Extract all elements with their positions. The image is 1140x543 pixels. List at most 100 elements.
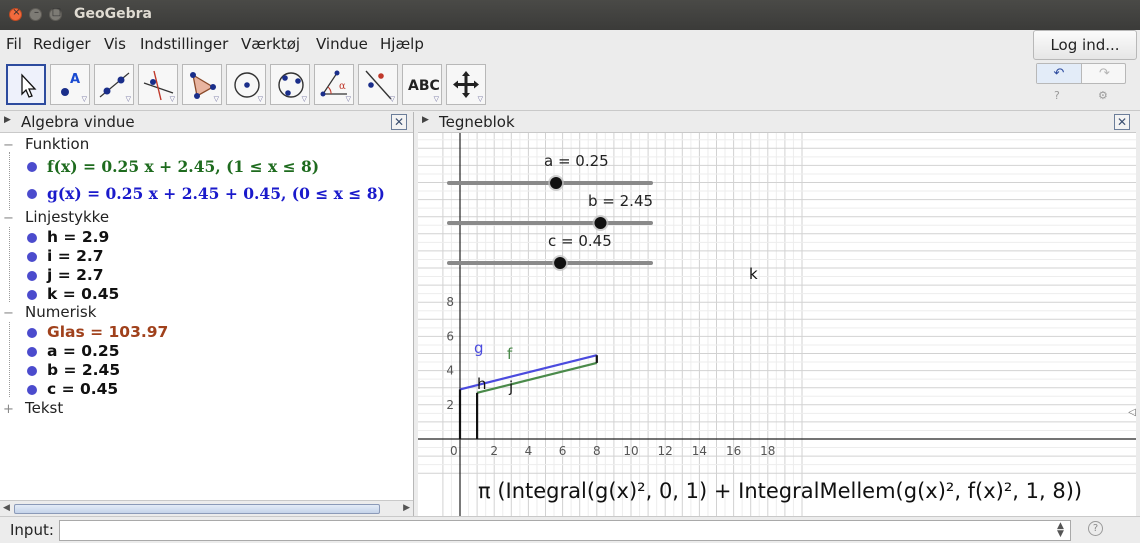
tree-connector — [9, 152, 10, 210]
menu-rediger[interactable]: Rediger — [33, 35, 91, 53]
line-tool-button[interactable]: ▽ — [94, 64, 134, 105]
visibility-toggle-icon[interactable] — [27, 366, 37, 376]
menu-hjaelp[interactable]: Hjælp — [380, 35, 424, 53]
angle-tool-button[interactable]: α ▽ — [314, 64, 354, 105]
input-history-spinner-icon[interactable]: ▲ ▼ — [1057, 522, 1064, 539]
undo-button[interactable]: ↶ — [1037, 64, 1082, 83]
graphics-view-header: ▶ Tegneblok ✕ — [418, 112, 1136, 133]
redo-button[interactable]: ↷ — [1082, 64, 1127, 83]
dropdown-indicator-icon: ▽ — [213, 95, 219, 103]
scrollbar-thumb[interactable] — [14, 504, 380, 514]
svg-text:α: α — [339, 81, 346, 92]
algebra-view-title: Algebra vindue — [21, 113, 135, 131]
input-help-icon[interactable]: ? — [1088, 521, 1103, 536]
circle-three-points-tool-button[interactable]: ▽ — [270, 64, 310, 105]
scroll-left-icon[interactable]: ◀ — [3, 503, 10, 513]
algebra-horizontal-scrollbar[interactable]: ◀ ▶ — [0, 500, 413, 516]
collapse-icon[interactable]: − — [3, 211, 14, 226]
title-bar: × – □ GeoGebra — [0, 0, 1140, 30]
settings-gear-icon[interactable]: ⚙ — [1098, 89, 1108, 102]
move-graphics-view-tool-button[interactable]: ▽ — [446, 64, 486, 105]
slider-b-label: b = 2.45 — [588, 192, 654, 210]
coordinate-grid — [418, 133, 1136, 516]
visibility-toggle-icon[interactable] — [27, 189, 37, 199]
maximize-icon: □ — [51, 7, 62, 18]
expand-icon[interactable]: + — [3, 402, 14, 417]
point-tool-button[interactable]: A ▽ — [50, 64, 90, 105]
visibility-toggle-icon[interactable] — [27, 328, 37, 338]
help-icon[interactable]: ? — [1054, 89, 1060, 102]
panel-toggle-icon[interactable]: ▶ — [422, 115, 429, 125]
undo-redo-group: ↶ ↷ — [1036, 63, 1126, 84]
scroll-right-icon[interactable]: ▶ — [403, 503, 410, 513]
dropdown-indicator-icon: ▽ — [389, 95, 395, 103]
category-linjestykke[interactable]: − Linjestykke — [3, 208, 109, 226]
category-numerisk[interactable]: − Numerisk — [3, 303, 96, 321]
menu-fil[interactable]: Fil — [6, 35, 22, 53]
collapse-icon[interactable]: − — [3, 306, 14, 321]
y-tick-label: 8 — [446, 295, 454, 309]
text-tool-button[interactable]: ABC ▽ — [402, 64, 442, 105]
visibility-toggle-icon[interactable] — [27, 347, 37, 357]
category-funktion[interactable]: − Funktion — [3, 135, 89, 153]
dropdown-indicator-icon: ▽ — [433, 95, 439, 103]
graphics-view-panel: ▶ Tegneblok ✕ 0 2 4 6 8 10 12 14 16 18 2 4 6 8 a = 0.… — [418, 112, 1136, 516]
x-tick-label: 18 — [760, 444, 775, 458]
move-tool-button[interactable] — [6, 64, 46, 105]
close-graphics-view-button[interactable]: ✕ — [1114, 114, 1130, 130]
x-tick-label: 0 — [450, 444, 458, 458]
login-button[interactable]: Log ind... — [1033, 30, 1137, 60]
label-h: h — [477, 375, 487, 393]
redo-icon: ↷ — [1099, 66, 1110, 81]
visibility-toggle-icon[interactable] — [27, 385, 37, 395]
maximize-window-button[interactable]: □ — [49, 7, 62, 21]
svg-text:A: A — [70, 72, 80, 87]
collapse-icon[interactable]: − — [3, 138, 14, 153]
visibility-toggle-icon[interactable] — [27, 162, 37, 172]
toolbar: A ▽ ▽ ▽ ▽ ▽ ▽ α ▽ ▽ ABC ▽ ▽ ↶ ↷ ? ⚙ — [0, 60, 1140, 111]
x-tick-label: 10 — [623, 444, 638, 458]
polygon-tool-button[interactable]: ▽ — [182, 64, 222, 105]
label-f: f — [507, 345, 513, 363]
menu-bar: Fil Rediger Vis Indstillinger Værktøj Vi… — [0, 30, 1140, 60]
menu-vis[interactable]: Vis — [104, 35, 126, 53]
menu-indstillinger[interactable]: Indstillinger — [140, 35, 228, 53]
close-window-button[interactable]: × — [9, 7, 22, 21]
x-tick-label: 2 — [490, 444, 498, 458]
dropdown-indicator-icon: ▽ — [301, 95, 307, 103]
undo-icon: ↶ — [1053, 66, 1065, 81]
x-tick-label: 12 — [658, 444, 673, 458]
volume-formula-text[interactable]: π (Integral(g(x)², 0, 1) + IntegralMelle… — [478, 479, 1082, 503]
dropdown-indicator-icon: ▽ — [169, 95, 175, 103]
visibility-toggle-icon[interactable] — [27, 252, 37, 262]
circle-tool-button[interactable]: ▽ — [226, 64, 266, 105]
dropdown-indicator-icon: ▽ — [477, 95, 483, 103]
visibility-toggle-icon[interactable] — [27, 271, 37, 281]
perpendicular-line-tool-button[interactable]: ▽ — [138, 64, 178, 105]
graphics-view-title: Tegneblok — [439, 113, 515, 131]
panel-toggle-icon[interactable]: ▶ — [4, 115, 11, 125]
move-tool-icon — [21, 73, 37, 98]
tree-connector — [9, 322, 10, 397]
x-tick-label: 16 — [726, 444, 741, 458]
minimize-window-button[interactable]: – — [29, 7, 42, 21]
x-tick-label: 6 — [559, 444, 567, 458]
visibility-toggle-icon[interactable] — [27, 233, 37, 243]
visibility-toggle-icon[interactable] — [27, 290, 37, 300]
category-tekst[interactable]: + Tekst — [3, 399, 63, 417]
dropdown-indicator-icon: ▽ — [345, 95, 351, 103]
algebra-view-header: ▶ Algebra vindue ✕ — [0, 112, 413, 133]
sliders[interactable] — [447, 175, 653, 271]
function-f-definition: f(x) = 0.25 x + 2.45, (1 ≤ x ≤ 8) — [47, 157, 320, 176]
side-panel-handle-icon[interactable]: ◁ — [1128, 407, 1136, 418]
close-algebra-view-button[interactable]: ✕ — [391, 114, 407, 130]
reflect-tool-button[interactable]: ▽ — [358, 64, 398, 105]
slider-knob — [554, 257, 567, 269]
label-j: j — [509, 378, 514, 396]
menu-vindue[interactable]: Vindue — [316, 35, 368, 53]
menu-vaerktoej[interactable]: Værktøj — [241, 35, 300, 53]
y-tick-label: 4 — [446, 364, 454, 378]
graphics-drawing[interactable]: 0 2 4 6 8 10 12 14 16 18 2 4 6 8 — [418, 133, 1136, 516]
input-field[interactable] — [59, 520, 1071, 541]
graphics-canvas[interactable]: 0 2 4 6 8 10 12 14 16 18 2 4 6 8 a = 0.25 b = 2.45 c … — [418, 133, 1136, 516]
